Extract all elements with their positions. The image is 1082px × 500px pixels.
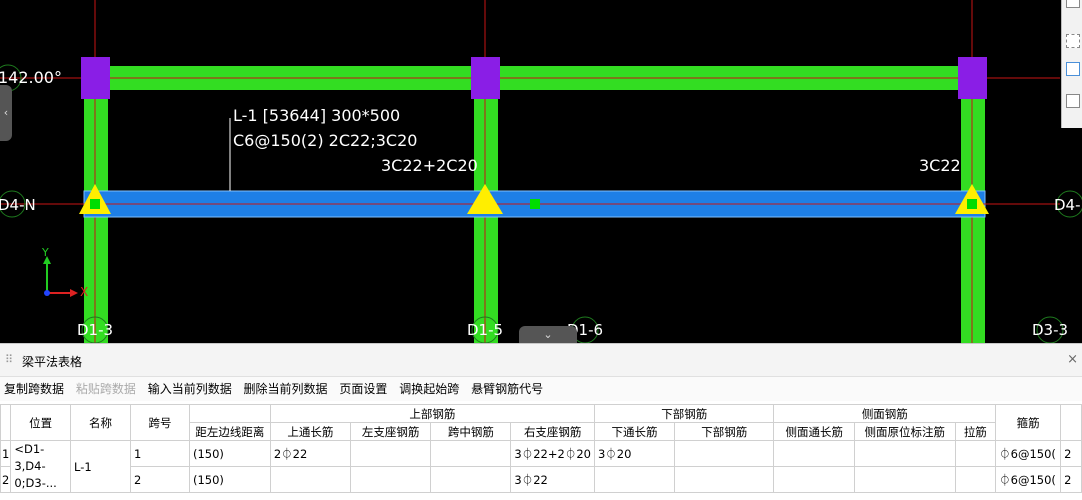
cell-name[interactable]: L-1 [69, 440, 131, 493]
header-name: 名称 [69, 404, 131, 441]
grip-marker-3[interactable] [967, 199, 977, 209]
swap-start-span-button[interactable]: 调换起始跨 [395, 377, 463, 401]
cell-top-through[interactable] [269, 466, 351, 493]
cell-extra[interactable]: 2 [1060, 466, 1082, 493]
bottom-collapse-button[interactable]: ⌄ [519, 326, 577, 343]
cell-bottom-bar[interactable] [674, 466, 775, 493]
header-side-original: 侧面原位标注筋 [853, 422, 956, 441]
table-row[interactable]: 2 2 (150) 3⏀22 ⏀6@150( 2 [0, 466, 1082, 493]
panel-header: ⠿ 梁平法表格 × [0, 344, 1082, 377]
paste-span-data-button[interactable]: 粘贴跨数据 [72, 377, 140, 401]
cell-top-through[interactable]: 2⏀22 [269, 440, 351, 467]
beam-rebar-table: 位置 名称 跨号 上部钢筋 下部钢筋 侧面钢筋 箍筋 距左边线距离 上通长筋 左… [0, 404, 1082, 493]
cell-dist[interactable]: (150) [188, 440, 271, 467]
header-extra [1060, 404, 1082, 441]
toolbar-button-1[interactable] [1066, 0, 1080, 8]
panel-toolbar: 复制跨数据 粘贴跨数据 输入当前列数据 删除当前列数据 页面设置 调换起始跨 悬… [0, 377, 1082, 401]
panel-title: 梁平法表格 [22, 355, 83, 369]
cell-side-original[interactable] [853, 440, 956, 467]
header-left-support: 左支座钢筋 [349, 422, 432, 441]
close-icon[interactable]: × [1067, 352, 1078, 367]
header-blank [188, 404, 271, 423]
column-3[interactable] [958, 57, 987, 99]
header-dist-left: 距左边线距离 [188, 422, 271, 441]
cell-bottom-bar[interactable] [674, 440, 775, 467]
axis-label-d3-3: D3-3 [1032, 321, 1069, 339]
cell-position[interactable]: <D1-3,D4-0;D3-... [10, 440, 71, 493]
axis-label-left: D4-N [0, 196, 36, 214]
left-collapse-button[interactable]: ‹ [0, 85, 12, 141]
axis-label-right: D4- [1054, 196, 1081, 214]
cell-stirrup[interactable]: ⏀6@150( [995, 440, 1062, 467]
cell-side-through[interactable] [773, 466, 855, 493]
drawing-canvas[interactable]: 142.00° D4-N D4- D1-3 D1-5 D1-6 D3-3 L-1… [0, 0, 1082, 343]
cell-bottom-through[interactable] [593, 466, 676, 493]
list-icon[interactable] [1066, 94, 1080, 108]
right-toolbar [1061, 0, 1082, 128]
axis-label-d1-5: D1-5 [467, 321, 504, 339]
drag-grip-icon[interactable]: ⠿ [5, 353, 13, 366]
header-bottom-bar: 下部钢筋 [674, 422, 775, 441]
header-top-rebar: 上部钢筋 [269, 404, 595, 423]
beam-label-line1: L-1 [53644] 300*500 [233, 106, 401, 125]
header-side-rebar: 侧面钢筋 [773, 404, 997, 423]
cell-right-support[interactable]: 3⏀22+2⏀20 [510, 440, 595, 467]
copy-span-data-button[interactable]: 复制跨数据 [0, 377, 68, 401]
header-bottom-rebar: 下部钢筋 [593, 404, 775, 423]
cell-mid-span[interactable] [430, 466, 512, 493]
ucs-x-arrow-icon [70, 289, 78, 297]
cell-side-through[interactable] [773, 440, 855, 467]
header-span: 跨号 [129, 404, 190, 441]
table-row[interactable]: 1 <D1-3,D4-0;D3-... L-1 1 (150) 2⏀22 3⏀2… [0, 440, 1082, 493]
header-corner [0, 404, 12, 441]
cell-span[interactable]: 1 [129, 440, 190, 467]
input-column-data-button[interactable]: 输入当前列数据 [144, 377, 236, 401]
header-right-support: 右支座钢筋 [510, 422, 595, 441]
delete-column-data-button[interactable]: 删除当前列数据 [240, 377, 332, 401]
cell-right-support[interactable]: 3⏀22 [510, 466, 595, 493]
row-number: 1 [0, 440, 12, 467]
column-2[interactable] [471, 57, 500, 99]
ucs-x-label: X [80, 285, 89, 299]
column-1[interactable] [81, 57, 110, 99]
cell-tie[interactable] [954, 466, 997, 493]
cell-span[interactable]: 2 [129, 466, 190, 493]
3d-view-icon[interactable] [1066, 62, 1080, 76]
cell-left-support[interactable] [349, 466, 432, 493]
header-bottom-through: 下通长筋 [593, 422, 676, 441]
cell-mid-span[interactable] [430, 440, 512, 467]
support-label-right: 3C22 [919, 156, 961, 175]
cell-bottom-through[interactable]: 3⏀20 [593, 440, 676, 467]
select-box-icon[interactable] [1066, 34, 1080, 48]
angle-label: 142.00° [0, 68, 62, 87]
beam-label-line2: C6@150(2) 2C22;3C20 [233, 131, 418, 150]
header-side-through: 侧面通长筋 [773, 422, 855, 441]
row-number: 2 [0, 466, 12, 493]
cell-extra[interactable]: 2 [1060, 440, 1082, 467]
cell-left-support[interactable] [349, 440, 432, 467]
cantilever-rebar-code-button[interactable]: 悬臂钢筋代号 [467, 377, 547, 401]
grip-marker-2[interactable] [530, 199, 540, 209]
support-label-mid: 3C22+2C20 [381, 156, 478, 175]
cell-stirrup[interactable]: ⏀6@150( [995, 466, 1062, 493]
cell-dist[interactable]: (150) [188, 466, 271, 493]
header-mid-span: 跨中钢筋 [430, 422, 512, 441]
ucs-origin [44, 290, 50, 296]
header-stirrup: 箍筋 [995, 404, 1062, 441]
header-position: 位置 [10, 404, 71, 441]
axis-label-d1-3: D1-3 [77, 321, 114, 339]
grip-marker-1[interactable] [90, 199, 100, 209]
header-top-through: 上通长筋 [269, 422, 351, 441]
ucs-y-label: Y [42, 246, 49, 259]
page-setup-button[interactable]: 页面设置 [335, 377, 391, 401]
header-tie: 拉筋 [954, 422, 997, 441]
cell-tie[interactable] [954, 440, 997, 467]
cell-side-original[interactable] [853, 466, 956, 493]
